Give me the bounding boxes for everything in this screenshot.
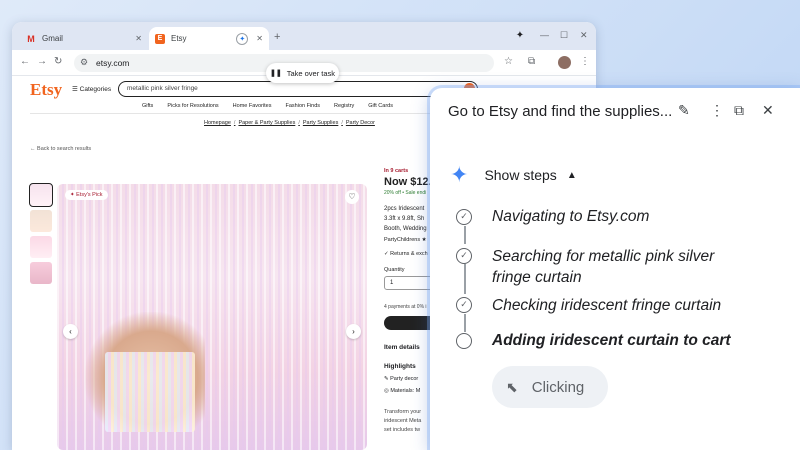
chevron-up-icon: ▲ [566, 169, 577, 181]
tab-gmail[interactable]: M Gmail ✕ [20, 27, 148, 50]
nav-gift-cards[interactable]: Gift Cards [368, 103, 393, 109]
categories-label: Categories [79, 86, 112, 93]
take-over-label: Take over task [286, 68, 336, 78]
nav-picks[interactable]: Picks for Resolutions [167, 103, 218, 109]
fringe-sample-image [105, 352, 195, 432]
open-in-window-icon[interactable]: ⧉ [734, 102, 744, 119]
step-text-current: Adding iridescent curtain to cart [492, 332, 731, 349]
heart-icon[interactable]: ♡ [345, 190, 359, 204]
step-text: Navigating to Etsy.com [492, 208, 650, 225]
breadcrumb-paper-party[interactable]: Paper & Party Supplies [238, 120, 295, 126]
search-input-value: metallic pink silver fringe [127, 85, 198, 92]
thumbnail[interactable] [29, 183, 53, 207]
url-text: etsy.com [96, 58, 130, 68]
check-circle-icon: ✓ [456, 297, 472, 313]
close-tab-icon[interactable]: ✕ [135, 34, 142, 43]
close-tab-icon[interactable]: ✕ [256, 34, 263, 43]
breadcrumb-party-supplies[interactable]: Party Supplies [303, 120, 338, 126]
cursor-click-icon: ⬉ [506, 378, 518, 395]
chevron-right-icon[interactable]: › [346, 324, 361, 339]
nav-gifts[interactable]: Gifts [142, 103, 153, 109]
maximize-icon[interactable]: ☐ [560, 30, 568, 41]
nav-registry[interactable]: Registry [334, 103, 354, 109]
back-icon[interactable]: ← [20, 56, 30, 67]
thumbnail[interactable] [30, 262, 52, 284]
show-steps-toggle[interactable]: ✦ Show steps ▲ [450, 162, 577, 188]
chevron-left-icon[interactable]: ‹ [63, 324, 78, 339]
timeline-connector [464, 264, 466, 294]
site-info-icon[interactable]: ⚙ [80, 57, 88, 68]
sparkle-icon: ✦ [450, 162, 469, 187]
back-to-results-link[interactable]: ← Back to search results [30, 146, 91, 152]
pause-icon: ❚❚ [269, 70, 282, 77]
status-chip: ⬉ Clicking [492, 366, 608, 408]
tab-etsy-title: Etsy [171, 34, 187, 43]
window-close-icon[interactable]: ✕ [580, 30, 588, 41]
step-text: Checking iridescent fringe curtain [492, 297, 722, 314]
gemini-spark-icon[interactable]: ✦ [512, 30, 528, 42]
thumbnail[interactable] [30, 236, 52, 258]
star-icon[interactable]: ☆ [504, 56, 513, 67]
minimize-icon[interactable]: — [540, 30, 549, 40]
extensions-icon[interactable]: ⧉ [528, 56, 535, 67]
more-vert-icon[interactable]: ⋮ [710, 102, 724, 119]
quantity-select[interactable]: 1 [384, 276, 436, 290]
thumbnail[interactable] [30, 210, 52, 232]
highlight-text: Party decor [390, 376, 419, 382]
show-steps-label: Show steps [484, 167, 557, 183]
panel-title: Go to Etsy and find the supplies... [448, 103, 673, 120]
returns-text: Returns & exch [390, 251, 428, 257]
gmail-icon: M [27, 33, 35, 44]
breadcrumb-party-decor[interactable]: Party Decor [346, 120, 375, 126]
tab-etsy[interactable]: E Etsy ✦ ✕ [149, 27, 269, 50]
etsy-favicon: E [155, 33, 165, 44]
nav-home-favorites[interactable]: Home Favorites [233, 103, 272, 109]
timeline-connector [464, 226, 466, 244]
menu-icon[interactable]: ⋮ [580, 56, 590, 67]
forward-icon[interactable]: → [37, 56, 47, 67]
etsys-pick-badge: ✦ Etsy's Pick [65, 190, 108, 200]
agent-panel: Go to Etsy and find the supplies... ✎ ⋮ … [430, 88, 800, 450]
pending-circle-icon [456, 333, 472, 349]
product-image: ✦ Etsy's Pick ♡ ‹ › [57, 184, 367, 450]
etsy-nav: Gifts Picks for Resolutions Home Favorit… [142, 103, 393, 109]
etsy-search-bar[interactable]: metallic pink silver fringe [118, 81, 478, 97]
tab-strip: M Gmail ✕ E Etsy ✦ ✕ + ✦ — ☐ ✕ [12, 22, 596, 50]
badge-label: Etsy's Pick [76, 192, 103, 198]
highlight-text: Materials: M [390, 388, 421, 394]
tab-gmail-title: Gmail [42, 34, 63, 43]
close-icon[interactable]: ✕ [762, 102, 774, 119]
agent-active-icon: ✦ [236, 32, 249, 45]
breadcrumb-homepage[interactable]: Homepage [204, 120, 231, 126]
check-circle-icon: ✓ [456, 209, 472, 225]
step-text: Searching for metallic pink silver fring… [492, 248, 715, 286]
reload-icon[interactable]: ↻ [54, 56, 62, 67]
take-over-task-button[interactable]: ❚❚ Take over task [266, 63, 339, 83]
breadcrumb: Homepage / Paper & Party Supplies / Party … [204, 120, 375, 126]
timeline-connector [464, 314, 466, 332]
new-tab-icon[interactable]: + [274, 31, 280, 43]
profile-avatar[interactable] [558, 56, 571, 69]
nav-fashion-finds[interactable]: Fashion Finds [286, 103, 321, 109]
thumbnail-list [29, 183, 53, 288]
check-circle-icon: ✓ [456, 248, 472, 264]
etsy-logo[interactable]: Etsy [30, 80, 62, 100]
back-link-label: Back to search results [37, 146, 92, 152]
status-text: Clicking [531, 378, 585, 396]
edit-icon[interactable]: ✎ [678, 102, 690, 119]
categories-button[interactable]: ☰ Categories [72, 85, 111, 93]
